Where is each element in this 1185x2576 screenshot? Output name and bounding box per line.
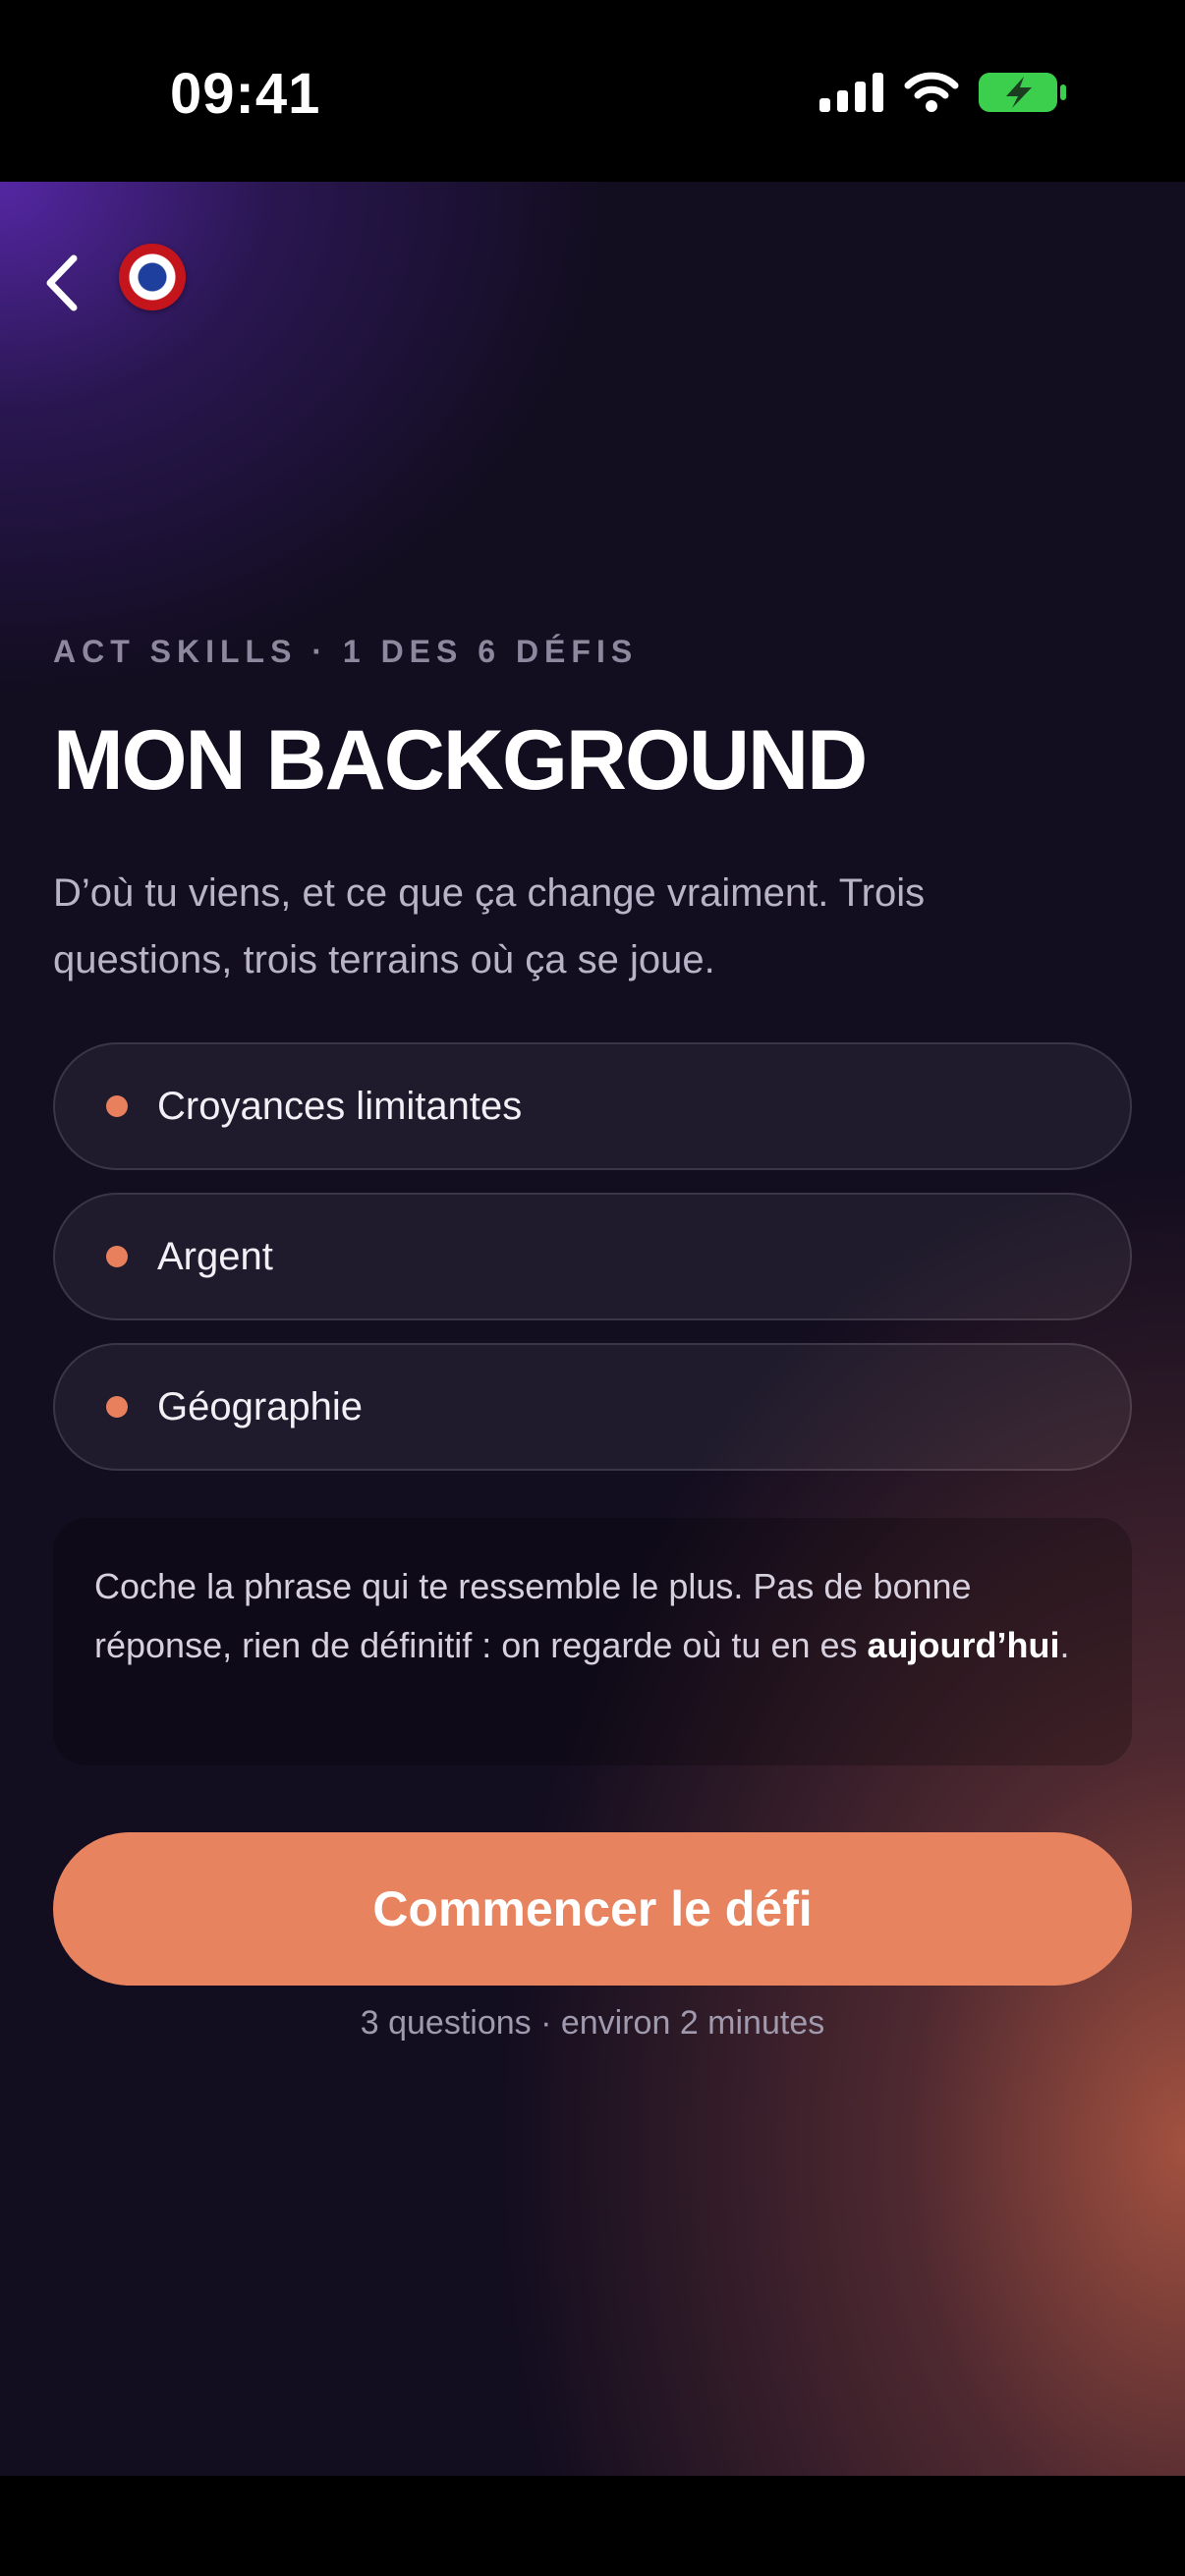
topic-label: Argent [157, 1234, 273, 1278]
start-challenge-button[interactable]: Commencer le défi [53, 1832, 1132, 1986]
topic-item-croyances[interactable]: Croyances limitantes [53, 1042, 1132, 1170]
challenge-duration-text: 3 questions · environ 2 minutes [360, 2004, 825, 2042]
cellular-signal-icon [819, 73, 883, 112]
instructions-card: Coche la phrase qui te ressemble le plus… [53, 1518, 1132, 1765]
wifi-icon [904, 72, 959, 112]
bullet-dot-icon [106, 1246, 128, 1267]
instructions-text: Coche la phrase qui te ressemble le plus… [94, 1566, 1070, 1665]
status-icons [819, 71, 1067, 114]
status-bar: 09:41 [0, 0, 1185, 182]
topic-label: Croyances limitantes [157, 1084, 523, 1128]
page-title: MON BACKGROUND [53, 713, 868, 808]
bullet-dot-icon [106, 1396, 128, 1418]
chevron-left-icon [46, 254, 78, 311]
back-button[interactable] [37, 249, 86, 317]
topic-item-geographie[interactable]: Géographie [53, 1343, 1132, 1471]
bullet-dot-icon [106, 1095, 128, 1117]
battery-charging-icon [979, 73, 1066, 112]
french-cocarde-icon [119, 244, 186, 310]
page-subtitle: D’où tu viens, et ce que ça change vraim… [53, 871, 926, 981]
bottom-safe-area [0, 2476, 1185, 2576]
instructions-emphasis: aujourd’hui [867, 1625, 1060, 1665]
topic-label: Géographie [157, 1384, 364, 1428]
status-time: 09:41 [170, 62, 321, 126]
challenge-eyebrow: ACT SKILLS · 1 DES 6 DÉFIS [53, 634, 639, 669]
topic-item-argent[interactable]: Argent [53, 1193, 1132, 1320]
challenge-intro-screen: ACT SKILLS · 1 DES 6 DÉFIS MON BACKGROUN… [0, 182, 1185, 2476]
